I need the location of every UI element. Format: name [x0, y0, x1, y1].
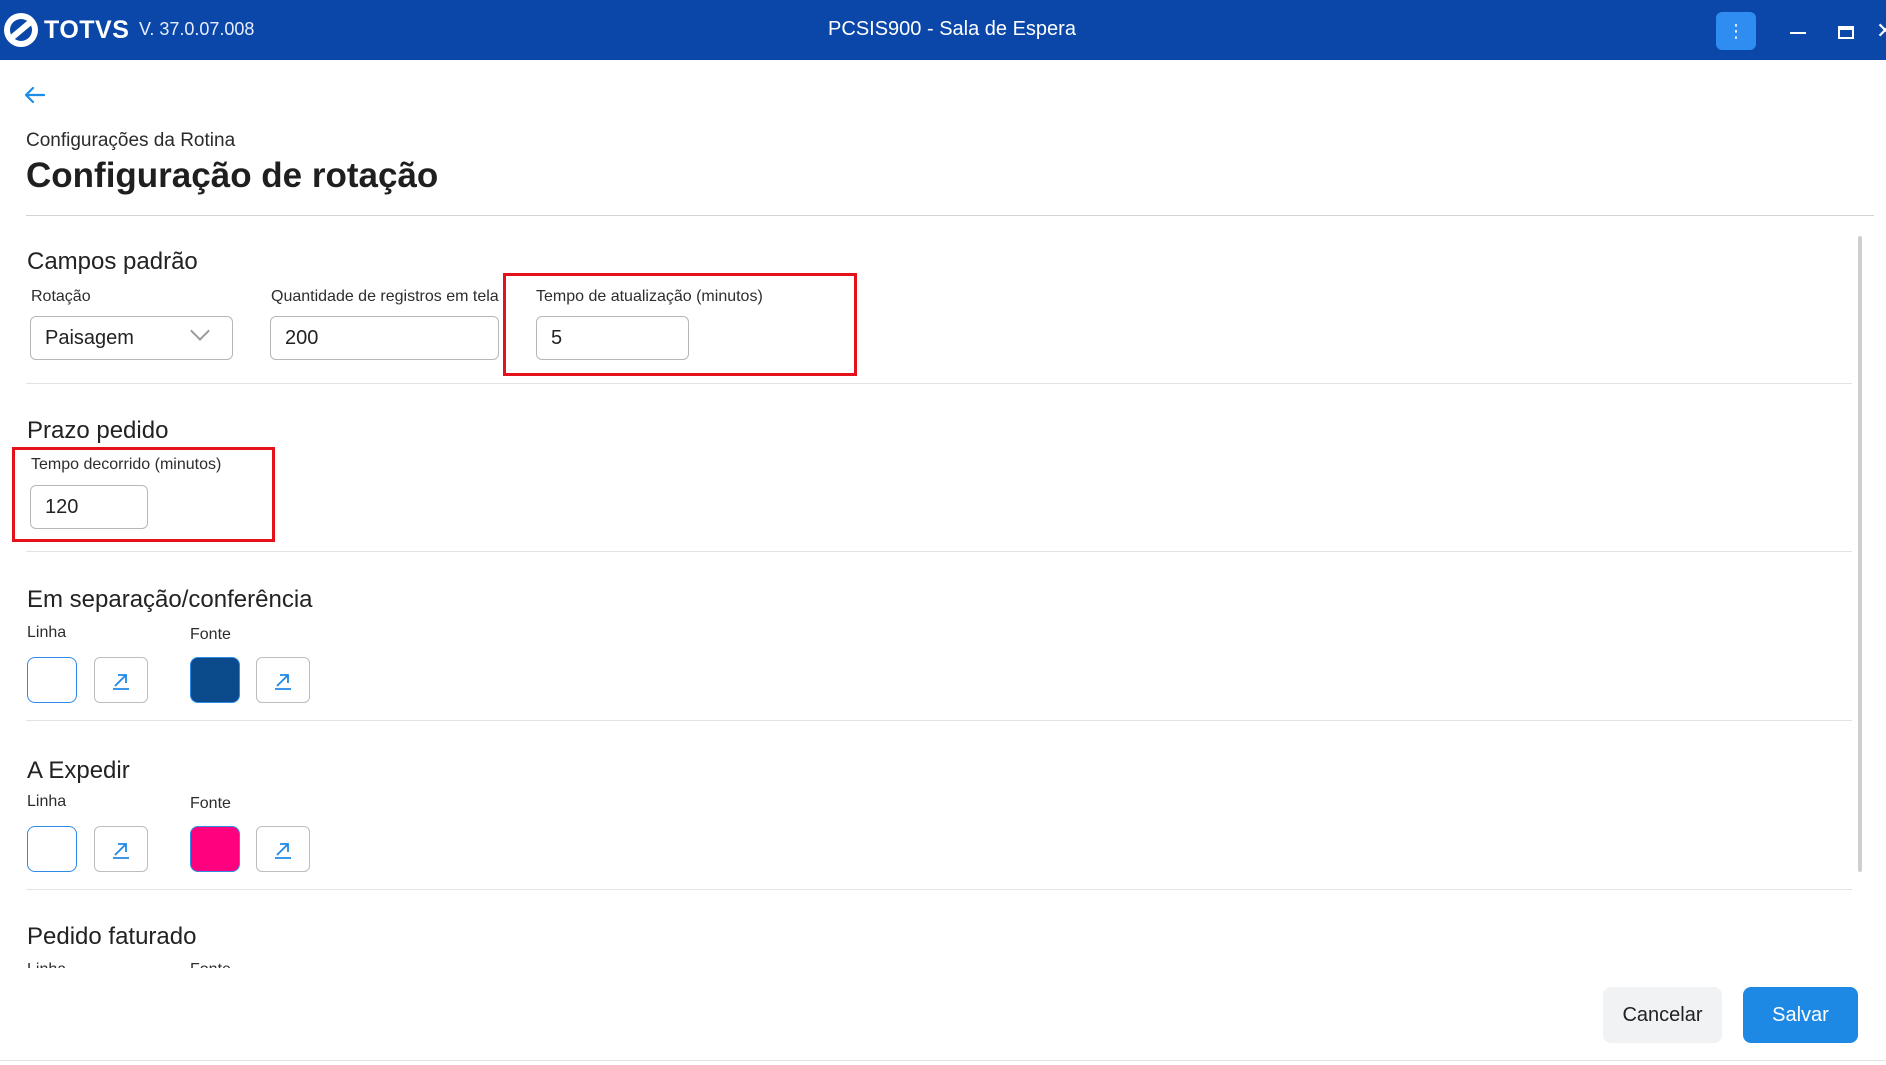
more-options-button[interactable]: ⋮: [1716, 12, 1756, 50]
title-bar: TOTVS V. 37.0.07.008 PCSIS900 - Sala de …: [0, 0, 1886, 60]
linha-color-swatch[interactable]: [27, 826, 77, 872]
open-external-icon: [275, 674, 291, 690]
section-title-a-expedir: A Expedir: [27, 757, 130, 784]
linha-color-picker-button[interactable]: [94, 826, 148, 872]
fonte-color-picker-button[interactable]: [256, 657, 310, 703]
linha-color-picker-button[interactable]: [94, 657, 148, 703]
breadcrumb: Configurações da Rotina: [26, 130, 236, 151]
open-external-icon: [113, 674, 129, 690]
linha-color-swatch[interactable]: [27, 657, 77, 703]
cancel-button[interactable]: Cancelar: [1603, 987, 1722, 1043]
maximize-icon[interactable]: [1838, 26, 1854, 39]
fonte-label: Fonte: [190, 626, 231, 643]
open-external-icon: [113, 843, 129, 859]
tempo-decorrido-input[interactable]: 120: [30, 485, 148, 529]
page-title: Configuração de rotação: [26, 156, 439, 195]
save-button[interactable]: Salvar: [1743, 987, 1858, 1043]
footer-divider: [0, 1060, 1886, 1061]
minimize-icon[interactable]: [1790, 32, 1806, 34]
rotacao-label: Rotação: [31, 288, 91, 305]
scrollbar[interactable]: [1858, 236, 1862, 872]
tempo-atualizacao-value: 5: [551, 327, 563, 349]
fonte-color-swatch[interactable]: [190, 657, 240, 703]
fonte-label: Fonte: [190, 795, 231, 812]
section-divider: [26, 889, 1852, 890]
section-divider: [26, 383, 1852, 384]
section-divider: [26, 720, 1852, 721]
linha-label: Linha: [27, 793, 67, 810]
linha-label: Linha: [27, 624, 67, 641]
section-divider: [26, 551, 1852, 552]
tempo-atualizacao-input[interactable]: 5: [536, 316, 689, 360]
fonte-label: Fonte: [190, 962, 231, 968]
tempo-decorrido-value: 120: [45, 496, 79, 518]
section-title-prazo-pedido: Prazo pedido: [27, 417, 169, 444]
more-vertical-icon: ⋮: [1727, 20, 1745, 41]
rotacao-value: Paisagem: [45, 327, 134, 349]
quantidade-value: 200: [285, 327, 319, 349]
fonte-color-picker-button[interactable]: [256, 826, 310, 872]
tempo-decorrido-label: Tempo decorrido (minutos): [31, 456, 222, 473]
tempo-atualizacao-label: Tempo de atualização (minutos): [536, 288, 763, 305]
quantidade-input[interactable]: 200: [270, 316, 499, 360]
section-title-pedido-faturado: Pedido faturado: [27, 923, 197, 950]
close-icon[interactable]: ✕: [1876, 18, 1886, 44]
section-title-em-separacao: Em separação/conferência: [27, 586, 313, 613]
fonte-color-swatch[interactable]: [190, 826, 240, 872]
section-title-campos-padrao: Campos padrão: [27, 248, 198, 275]
header-divider: [26, 215, 1874, 216]
window-title: PCSIS900 - Sala de Espera: [828, 18, 1076, 40]
open-external-icon: [275, 843, 291, 859]
back-arrow-icon[interactable]: [22, 82, 48, 108]
quantidade-label: Quantidade de registros em tela: [271, 288, 499, 305]
linha-label: Linha: [27, 962, 66, 968]
